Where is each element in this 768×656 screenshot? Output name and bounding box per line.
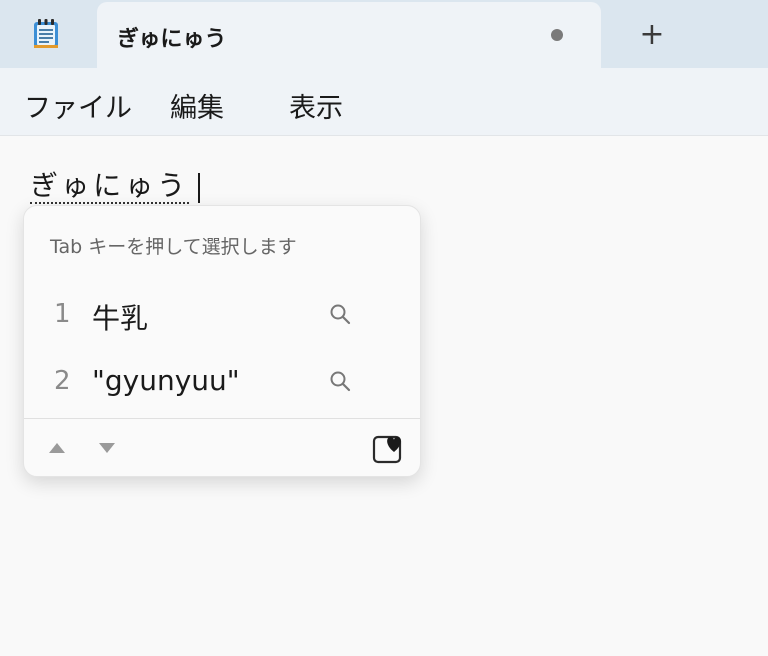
candidate-number: 1: [54, 299, 71, 329]
menu-edit[interactable]: 編集: [170, 86, 224, 125]
ime-candidate-window: Tab キーを押して選択します 1 牛乳 2 "gyunyuu": [23, 205, 421, 477]
new-tab-button[interactable]: +: [628, 14, 676, 54]
search-icon[interactable]: [328, 369, 352, 393]
ime-composition-text: ぎゅにゅう: [30, 169, 190, 204]
favorite-heart-icon[interactable]: [372, 432, 404, 464]
text-caret: [198, 173, 200, 203]
ime-divider: [24, 418, 420, 419]
menu-file[interactable]: ファイル: [24, 86, 132, 125]
candidate-text: "gyunyuu": [92, 364, 240, 397]
unsaved-dot-icon[interactable]: [551, 29, 563, 41]
triangle-up-icon[interactable]: [46, 439, 68, 457]
ime-hint-text: Tab キーを押して選択します: [50, 236, 297, 258]
candidate-item[interactable]: 2 "gyunyuu": [24, 353, 422, 409]
notepad-app-icon[interactable]: [22, 12, 70, 56]
menu-bar: ファイル 編集 表示: [0, 68, 768, 136]
tab-title: ぎゅにゅう: [117, 27, 227, 52]
menu-view[interactable]: 表示: [289, 86, 343, 125]
candidate-item[interactable]: 1 牛乳: [24, 286, 422, 342]
tab-document[interactable]: ぎゅにゅう: [97, 2, 601, 68]
triangle-down-icon[interactable]: [96, 439, 118, 457]
plus-icon: +: [639, 16, 665, 52]
candidate-number: 2: [54, 366, 71, 396]
search-icon[interactable]: [328, 302, 352, 326]
title-bar: ぎゅにゅう +: [0, 0, 768, 68]
candidate-text: 牛乳: [92, 302, 149, 335]
